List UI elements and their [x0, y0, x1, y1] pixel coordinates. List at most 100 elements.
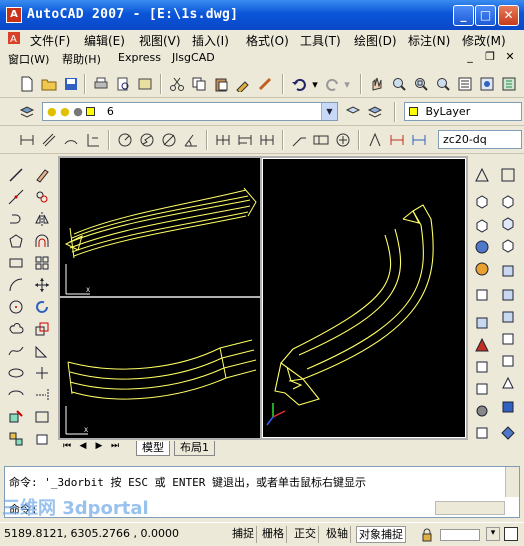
dimension-edit-icon[interactable]	[366, 131, 384, 149]
command-vscrollbar[interactable]	[505, 467, 519, 497]
tab-layout1[interactable]: 布局1	[174, 441, 215, 456]
revision-cloud-icon[interactable]	[7, 320, 25, 338]
first-tab-arrow-icon[interactable]: ⏮	[60, 441, 74, 455]
intersect-icon[interactable]	[499, 236, 517, 254]
close-button[interactable]: ✕	[498, 5, 519, 26]
menu-modify[interactable]: 修改(M)	[462, 32, 506, 49]
polyline-icon[interactable]	[7, 210, 25, 228]
menu-edit[interactable]: 编辑(E)	[84, 32, 125, 49]
mirror-icon[interactable]	[33, 210, 51, 228]
object-snap-button[interactable]: 对象捕捉	[356, 526, 406, 543]
baseline-dimension-icon[interactable]	[236, 131, 254, 149]
menu-insert[interactable]: 插入(I)	[192, 32, 229, 49]
stretch-icon[interactable]	[33, 342, 51, 360]
minimize-button[interactable]: _	[453, 5, 474, 26]
snap-button[interactable]: 捕捉	[230, 526, 257, 543]
cone-icon[interactable]	[473, 238, 491, 256]
make-block-icon[interactable]	[7, 430, 25, 448]
tab-model[interactable]: 模型	[136, 441, 170, 456]
grid-button[interactable]: 栅格	[260, 526, 287, 543]
3dalign-icon[interactable]	[473, 424, 491, 442]
copy-object-icon[interactable]	[33, 188, 51, 206]
publish-icon[interactable]	[136, 75, 154, 93]
doc-minimize-button[interactable]: _	[462, 50, 478, 64]
delete-faces-icon[interactable]	[499, 330, 517, 348]
quick-leader-icon[interactable]	[290, 131, 308, 149]
insert-block-icon[interactable]	[7, 408, 25, 426]
layer-dropdown-icon[interactable]: ▼	[321, 103, 337, 120]
tolerance-icon[interactable]	[312, 131, 330, 149]
polar-button[interactable]: 极轴	[324, 526, 351, 543]
block-editor-icon[interactable]	[256, 75, 274, 93]
ortho-button[interactable]: 正交	[292, 526, 319, 543]
design-center-icon[interactable]	[478, 75, 496, 93]
new-icon[interactable]	[18, 75, 36, 93]
presspull-icon[interactable]	[473, 380, 491, 398]
offset-icon[interactable]	[33, 232, 51, 250]
extend-icon[interactable]	[33, 386, 51, 404]
open-icon[interactable]	[40, 75, 58, 93]
dimstyle-combo[interactable]: zc20-dq	[438, 130, 522, 149]
clean-screen-icon[interactable]	[504, 527, 518, 541]
arc-icon[interactable]	[7, 276, 25, 294]
undo-dropdown-icon[interactable]: ▾	[310, 75, 320, 93]
menu-tools[interactable]: 工具(T)	[300, 32, 341, 49]
last-tab-arrow-icon[interactable]: ⏭	[108, 441, 122, 455]
cylinder-icon[interactable]	[473, 286, 491, 304]
wedge-icon[interactable]	[473, 216, 491, 234]
plot-preview-icon[interactable]	[114, 75, 132, 93]
menu-express[interactable]: Express	[118, 51, 161, 64]
menu-format[interactable]: 格式(O)	[246, 32, 289, 49]
radius-dimension-icon[interactable]	[116, 131, 134, 149]
linear-dimension-icon[interactable]	[18, 131, 36, 149]
menu-jlsgcad[interactable]: JlsgCAD	[172, 51, 215, 64]
polysolid-icon[interactable]	[473, 166, 491, 184]
maximize-button[interactable]: □	[475, 5, 496, 26]
color-combo[interactable]: ByLayer	[404, 102, 522, 121]
jogged-dimension-icon[interactable]	[138, 131, 156, 149]
trim-icon[interactable]	[33, 364, 51, 382]
layer-manager-icon[interactable]	[18, 103, 36, 121]
shell-icon[interactable]	[499, 424, 517, 442]
autocad-app-icon[interactable]: A	[6, 7, 22, 23]
extrude-icon[interactable]	[473, 358, 491, 376]
diameter-dimension-icon[interactable]	[160, 131, 178, 149]
ellipse-arc-icon[interactable]	[7, 386, 25, 404]
status-menu-icon[interactable]: ▾	[486, 527, 500, 541]
box-icon[interactable]	[473, 192, 491, 210]
zoom-previous-icon[interactable]	[434, 75, 452, 93]
rectangle-icon[interactable]	[7, 254, 25, 272]
union-icon[interactable]	[499, 192, 517, 210]
spline-icon[interactable]	[7, 342, 25, 360]
tool-palettes-icon[interactable]	[500, 75, 518, 93]
lock-icon[interactable]	[418, 526, 436, 544]
dimension-update-icon[interactable]	[410, 131, 428, 149]
undo-icon[interactable]	[290, 75, 308, 93]
document-icon[interactable]: A	[6, 30, 22, 46]
subtract-icon[interactable]	[499, 214, 517, 232]
redo-dropdown-icon[interactable]: ▾	[342, 75, 352, 93]
doc-restore-button[interactable]: ❐	[482, 50, 498, 64]
arc-length-icon[interactable]	[62, 131, 80, 149]
cut-icon[interactable]	[168, 75, 186, 93]
menu-dimension[interactable]: 标注(N)	[408, 32, 450, 49]
line-icon[interactable]	[7, 166, 25, 184]
tray-slider[interactable]	[440, 529, 480, 541]
extrude-faces-icon[interactable]	[499, 262, 517, 280]
menu-help[interactable]: 帮助(H)	[62, 51, 101, 67]
layer-previous-icon[interactable]	[366, 103, 384, 121]
center-mark-icon[interactable]	[334, 131, 352, 149]
next-tab-arrow-icon[interactable]: ▶	[92, 441, 106, 455]
view-icon[interactable]	[499, 166, 517, 184]
paste-icon[interactable]	[212, 75, 230, 93]
join-icon[interactable]	[33, 430, 51, 448]
color-faces-icon[interactable]	[499, 398, 517, 416]
erase-icon[interactable]	[33, 166, 51, 184]
aligned-dimension-icon[interactable]	[40, 131, 58, 149]
offset-faces-icon[interactable]	[499, 308, 517, 326]
circle-icon[interactable]	[7, 298, 25, 316]
make-object-layer-current-icon[interactable]	[344, 103, 362, 121]
ordinate-dimension-icon[interactable]	[84, 131, 102, 149]
copy-icon[interactable]	[190, 75, 208, 93]
dimension-text-edit-icon[interactable]	[388, 131, 406, 149]
